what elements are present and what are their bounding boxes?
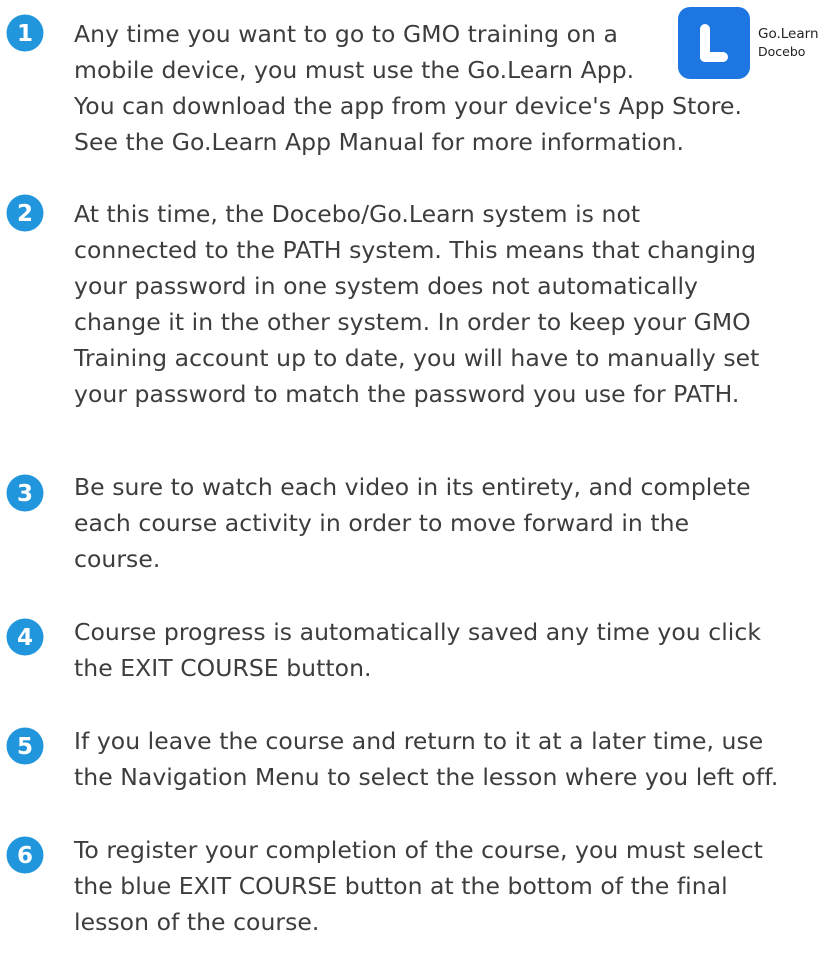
instruction-6-line-1: To register your completion of the cours…	[74, 836, 763, 864]
instruction-1-line-3: You can download the app from your devic…	[74, 92, 742, 120]
instruction-5-line-1: If you leave the course and return to it…	[74, 727, 764, 755]
number-badge-2-label: 2	[17, 201, 33, 227]
instruction-6-line-3: lesson of the course.	[74, 908, 320, 936]
instruction-2-line-2: connected to the PATH system. This means…	[74, 236, 757, 264]
number-badge-4: 4	[6, 618, 44, 656]
instruction-3-line-1: Be sure to watch each video in its entir…	[74, 473, 751, 501]
instruction-3-line-3: course.	[74, 545, 161, 573]
instruction-text-6: To register your completion of the cours…	[74, 832, 763, 940]
instruction-2-line-5: Training account up to date, you will ha…	[74, 344, 760, 372]
instruction-1-line-2: mobile device, you must use the Go.Learn…	[74, 56, 635, 84]
number-badge-6: 6	[6, 836, 44, 874]
instruction-4-line-1: Course progress is automatically saved a…	[74, 618, 761, 646]
instruction-1-line-1: Any time you want to go to GMO training …	[74, 20, 618, 48]
instruction-2-line-1: At this time, the Docebo/Go.Learn system…	[74, 200, 641, 228]
number-badge-1-label: 1	[17, 21, 33, 47]
instruction-text-3: Be sure to watch each video in its entir…	[74, 469, 751, 577]
number-badge-5-label: 5	[17, 734, 33, 760]
instruction-2-line-3: your password in one system does not aut…	[74, 272, 698, 300]
number-badge-4-label: 4	[17, 625, 33, 651]
number-badge-1-icon: 1	[6, 14, 44, 52]
instruction-4-line-2: the EXIT COURSE button.	[74, 654, 372, 682]
app-name: Go.Learn	[758, 26, 819, 42]
instruction-2-line-4: change it in the other system. In order …	[74, 308, 751, 336]
instruction-text-4: Course progress is automatically saved a…	[74, 614, 761, 686]
instruction-2-line-6: your password to match the password you …	[74, 380, 740, 408]
instruction-3-line-2: each course activity in order to move fo…	[74, 509, 690, 537]
instruction-5-line-2: the Navigation Menu to select the lesson…	[74, 763, 779, 791]
instruction-6-line-2: the blue EXIT COURSE button at the botto…	[74, 872, 728, 900]
number-badge-2: 2	[6, 194, 44, 232]
number-badge-6-label: 6	[17, 843, 33, 869]
go-learn-app-icon	[678, 7, 750, 79]
instruction-1-line-4: See the Go.Learn App Manual for more inf…	[74, 128, 685, 156]
app-developer: Docebo	[758, 44, 806, 59]
instruction-text-2: At this time, the Docebo/Go.Learn system…	[74, 196, 759, 412]
instruction-text-1: Any time you want to go to GMO training …	[74, 16, 742, 160]
number-badge-3-label: 3	[17, 481, 33, 507]
number-badge-3: 3	[6, 474, 44, 512]
number-badge-5: 5	[6, 727, 44, 765]
number-badge-1: 1	[6, 14, 44, 52]
instruction-text-5: If you leave the course and return to it…	[74, 723, 778, 795]
